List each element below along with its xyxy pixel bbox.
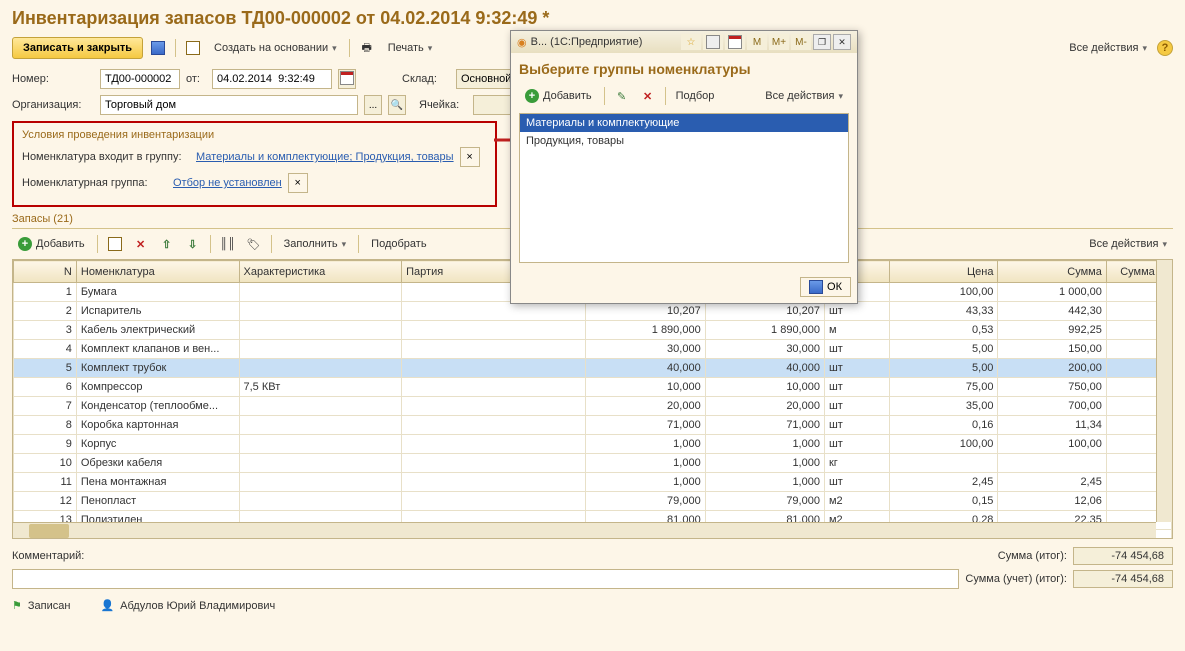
dialog-heading: Выберите группы номенклатуры [519, 61, 849, 77]
move-up-icon[interactable]: ⇧ [156, 233, 178, 255]
page-title: Инвентаризация запасов ТД00-000002 от 04… [12, 8, 1173, 29]
calendar-icon[interactable] [338, 69, 356, 89]
table-row[interactable]: 4Комплект клапанов и вен...30,00030,000ш… [14, 340, 1172, 359]
edit-icon[interactable]: ✎ [611, 85, 633, 107]
print-button[interactable]: Печать [382, 39, 439, 57]
calendar-icon[interactable] [725, 34, 745, 50]
nom-group-clear-button[interactable]: × [288, 173, 308, 193]
nom-in-group-label: Номенклатура входит в группу: [22, 151, 190, 163]
list-item[interactable]: Продукция, товары [520, 132, 848, 150]
sum-acct-value: -74 454,68 [1073, 570, 1173, 588]
col-sum[interactable]: Сумма [998, 261, 1106, 283]
restore-icon[interactable]: ❐ [813, 34, 831, 50]
col-n[interactable]: N [14, 261, 77, 283]
calc-icon[interactable] [703, 34, 723, 50]
dialog-add-button[interactable]: +Добавить [519, 87, 598, 105]
dialog-titlebar[interactable]: ◉ В... (1С:Предприятие) ☆ M M+ M- ❐ ✕ [511, 31, 857, 53]
org-open-button[interactable]: 🔍 [388, 95, 406, 115]
all-actions-button[interactable]: Все действия [1063, 39, 1153, 57]
col-price[interactable]: Цена [890, 261, 998, 283]
dialog-list[interactable]: Материалы и комплектующие Продукция, тов… [519, 113, 849, 263]
help-icon[interactable]: ? [1157, 40, 1173, 56]
table-row[interactable]: 3Кабель электрический1 890,0001 890,000м… [14, 321, 1172, 340]
table-row[interactable]: 7Конденсатор (теплообме...20,00020,000шт… [14, 397, 1172, 416]
move-down-icon[interactable]: ⇩ [182, 233, 204, 255]
number-input[interactable] [100, 69, 180, 89]
print-icon[interactable]: 🖶 [356, 37, 378, 59]
nom-group-label: Номенклатурная группа: [22, 177, 167, 189]
table-row[interactable]: 10Обрезки кабеля1,0001,000кг [14, 454, 1172, 473]
org-input[interactable] [100, 95, 358, 115]
copy-row-icon[interactable] [104, 233, 126, 255]
sum-total-value: -74 454,68 [1073, 547, 1173, 565]
comment-input[interactable] [12, 569, 959, 589]
number-label: Номер: [12, 73, 94, 85]
org-dots-button[interactable]: ... [364, 95, 382, 115]
copy-icon[interactable] [182, 37, 204, 59]
sum-total-label: Сумма (итог): [998, 550, 1067, 562]
col-char[interactable]: Характеристика [239, 261, 402, 283]
save-close-button[interactable]: Записать и закрыть [12, 37, 143, 59]
conditions-title: Условия проведения инвентаризации [22, 129, 487, 141]
conditions-groupbox: Условия проведения инвентаризации Номенк… [12, 121, 497, 207]
save-icon[interactable] [147, 37, 169, 59]
nom-group-link[interactable]: Отбор не установлен [173, 177, 282, 189]
cell-label: Ячейка: [419, 99, 467, 111]
dialog-all-actions-button[interactable]: Все действия [759, 87, 849, 105]
date-input[interactable] [212, 69, 332, 89]
create-based-button[interactable]: Создать на основании [208, 39, 343, 57]
status-user: Абдулов Юрий Владимирович [120, 600, 275, 612]
table-all-actions-button[interactable]: Все действия [1083, 235, 1173, 253]
list-item[interactable]: Материалы и комплектующие [520, 114, 848, 132]
ok-button[interactable]: ОК [800, 277, 851, 297]
dialog-titlebar-text: В... (1С:Предприятие) [531, 36, 643, 48]
favorite-icon[interactable]: ☆ [681, 34, 701, 50]
from-label: от: [186, 73, 206, 85]
table-row[interactable]: 11Пена монтажная1,0001,000шт2,452,45 [14, 473, 1172, 492]
m-minus-icon[interactable]: M- [791, 34, 811, 50]
sum-acct-label: Сумма (учет) (итог): [965, 573, 1067, 585]
col-nom[interactable]: Номенклатура [76, 261, 239, 283]
warehouse-label: Склад: [402, 73, 450, 85]
h-scrollbar[interactable] [13, 522, 1156, 538]
close-icon[interactable]: ✕ [833, 34, 851, 50]
nom-in-group-link[interactable]: Материалы и комплектующие; Продукция, то… [196, 151, 454, 163]
person-icon: 👤 [100, 599, 114, 612]
table-row[interactable]: 9Корпус1,0001,000шт100,00100,00 [14, 435, 1172, 454]
select-button[interactable]: Подобрать [365, 235, 432, 253]
table-row[interactable]: 2Испаритель10,20710,207шт43,33442,30 [14, 302, 1172, 321]
m-plus-icon[interactable]: M+ [769, 34, 789, 50]
nom-in-group-clear-button[interactable]: × [460, 147, 480, 167]
select-groups-dialog: ◉ В... (1С:Предприятие) ☆ M M+ M- ❐ ✕ Вы… [510, 30, 858, 304]
v-scrollbar[interactable] [1156, 260, 1172, 522]
table-row[interactable]: 8Коробка картонная71,00071,000шт0,1611,3… [14, 416, 1172, 435]
delete-row-icon[interactable]: ✕ [130, 233, 152, 255]
tag-icon[interactable]: 🏷 [243, 233, 265, 255]
table-row[interactable]: 5Комплект трубок40,00040,000шт5,00200,00 [14, 359, 1172, 378]
org-label: Организация: [12, 99, 94, 111]
dialog-select-button[interactable]: Подбор [672, 88, 719, 104]
add-row-button[interactable]: +Добавить [12, 235, 91, 253]
m-icon[interactable]: M [747, 34, 767, 50]
fill-button[interactable]: Заполнить [278, 235, 353, 253]
flag-icon: ⚑ [12, 599, 22, 612]
status-saved: Записан [28, 600, 71, 612]
barcode-icon[interactable]: ║║ [217, 233, 239, 255]
dialog-delete-icon[interactable]: ✕ [637, 85, 659, 107]
table-row[interactable]: 6Компрессор7,5 КВт10,00010,000шт75,00750… [14, 378, 1172, 397]
table-row[interactable]: 12Пенопласт79,00079,000м20,1512,06 [14, 492, 1172, 511]
comment-label: Комментарий: [12, 550, 84, 562]
